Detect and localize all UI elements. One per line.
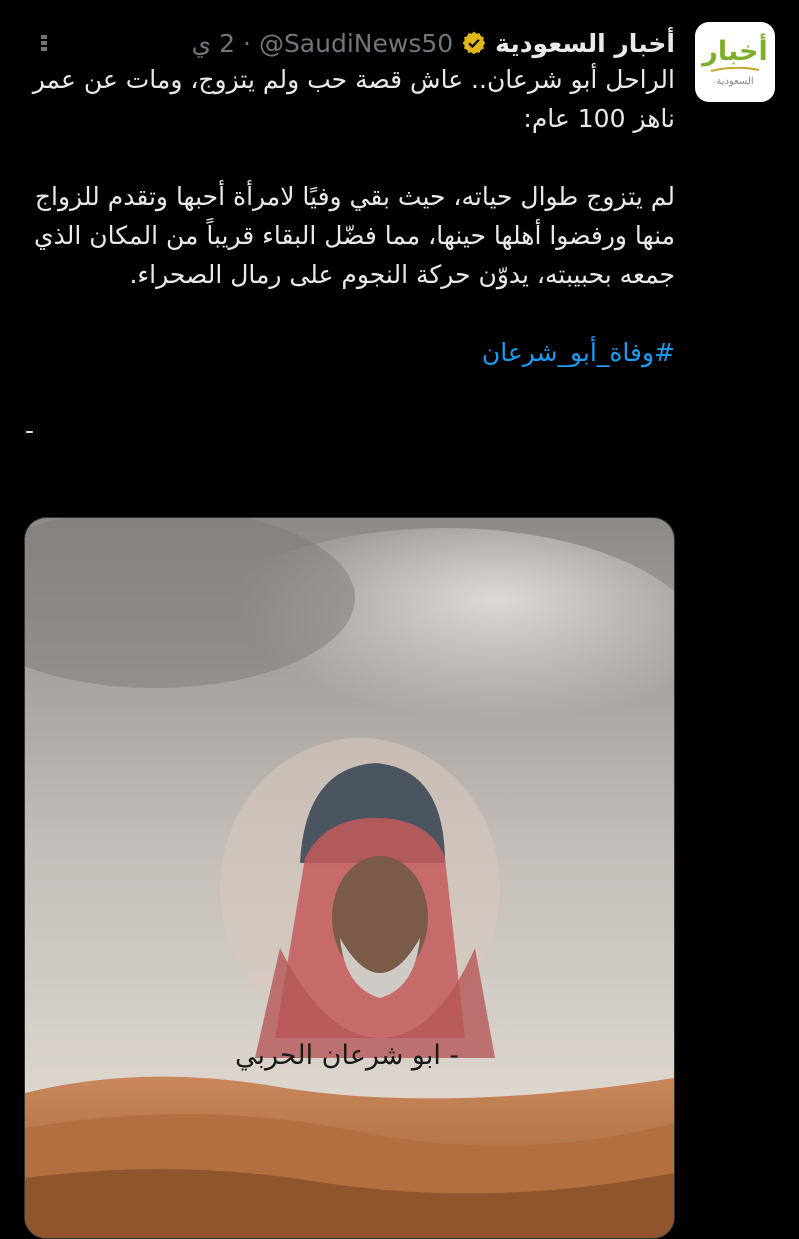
tweet-body: الراحل أبو شرعان.. عاش قصة حب ولم يتزوج،… <box>25 60 675 450</box>
desert-portrait-image <box>25 518 674 1238</box>
tweet-trailing-dash: - <box>25 416 35 445</box>
avatar-logo-subtext: السعودية <box>716 75 754 87</box>
tweet-paragraph-1: الراحل أبو شرعان.. عاش قصة حب ولم يتزوج،… <box>32 65 675 133</box>
tweet-time[interactable]: 2 ي <box>192 29 235 58</box>
more-options-icon <box>41 35 47 51</box>
verified-badge-icon <box>462 31 486 55</box>
more-options-button[interactable] <box>28 28 60 58</box>
author-handle[interactable]: @SaudiNews50 <box>259 29 453 58</box>
tweet-paragraph-2: لم يتزوج طوال حياته، حيث بقي وفيًا لامرأ… <box>34 182 675 289</box>
tweet-media-image[interactable] <box>24 517 675 1239</box>
image-caption: - ابو شرعان الحربي <box>235 1040 459 1071</box>
avatar-logo-text: أخبار <box>702 35 768 67</box>
avatar[interactable]: أخبار السعودية <box>695 22 775 102</box>
tweet-header: أخبار السعودية @SaudiNews50 · 2 ي <box>192 24 675 62</box>
logo-swoosh-icon <box>710 66 760 72</box>
hashtag-link[interactable]: #وفاة_أبو_شرعان <box>25 333 675 372</box>
header-separator: · <box>242 28 251 58</box>
author-name[interactable]: أخبار السعودية <box>495 29 675 58</box>
